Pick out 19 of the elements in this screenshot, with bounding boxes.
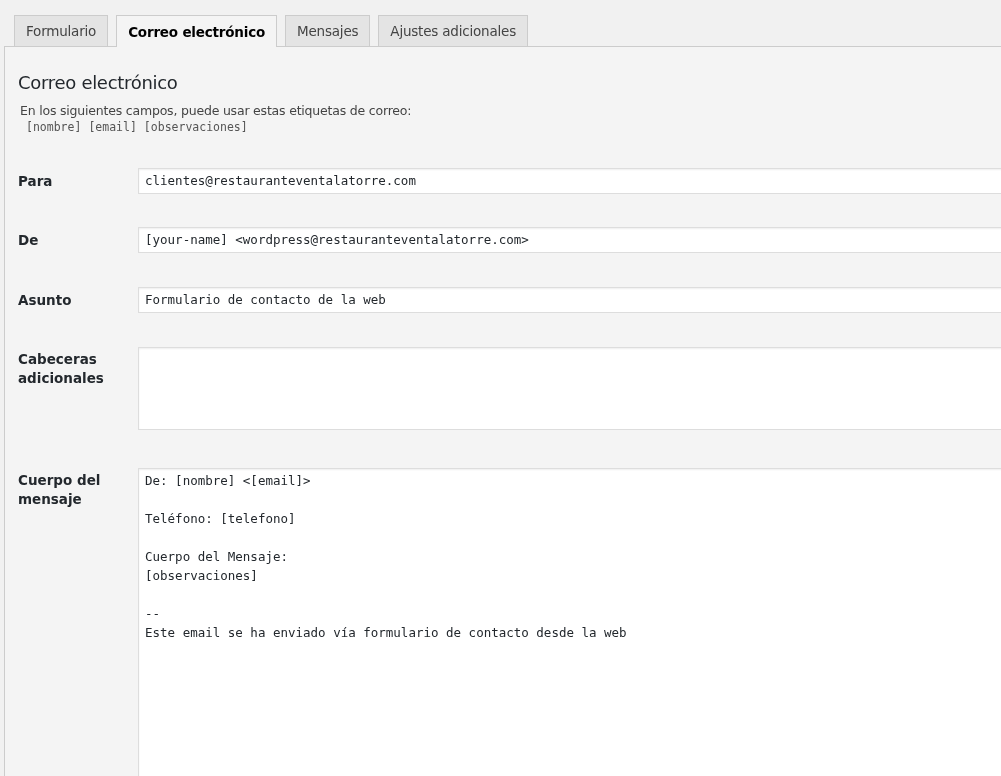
tab[interactable]: Formulario — [14, 15, 109, 46]
field-label: Cabeceras adicionales — [18, 350, 105, 388]
field-label: De — [18, 231, 40, 250]
tab[interactable]: Mensajes — [285, 15, 371, 46]
message-body-field[interactable]: De: [nombre] <[email]> Teléfono: [telefono] Cuerpo del Mensaje: [observaciones] -- Este email se ha enviado vía formulario de contacto desde la web — [138, 468, 1001, 776]
text-field[interactable]: Formulario de contacto de la web — [138, 287, 1001, 313]
section-title: Correo electrónico — [18, 72, 179, 93]
text-area[interactable] — [138, 347, 1001, 430]
mail-tag: [email] — [88, 120, 137, 134]
description-text: En los siguientes campos, puede usar estas etiquetas de correo: — [20, 103, 413, 118]
mail-tag: [nombre] — [26, 120, 82, 134]
field-label: Asunto — [18, 291, 73, 310]
mail-tag: [observaciones] — [143, 120, 248, 134]
text-field[interactable]: [your-name] <wordpress@restauranteventalatorre.com> — [138, 227, 1001, 253]
tab[interactable]: Ajustes adicionales — [378, 15, 528, 46]
field-label: Cuerpo del mensaje — [18, 471, 102, 509]
text-field[interactable]: clientes@restauranteventalatorre.com — [138, 168, 1001, 194]
field-label: Para — [18, 172, 54, 191]
tab[interactable]: Correo electrónico — [116, 15, 278, 47]
